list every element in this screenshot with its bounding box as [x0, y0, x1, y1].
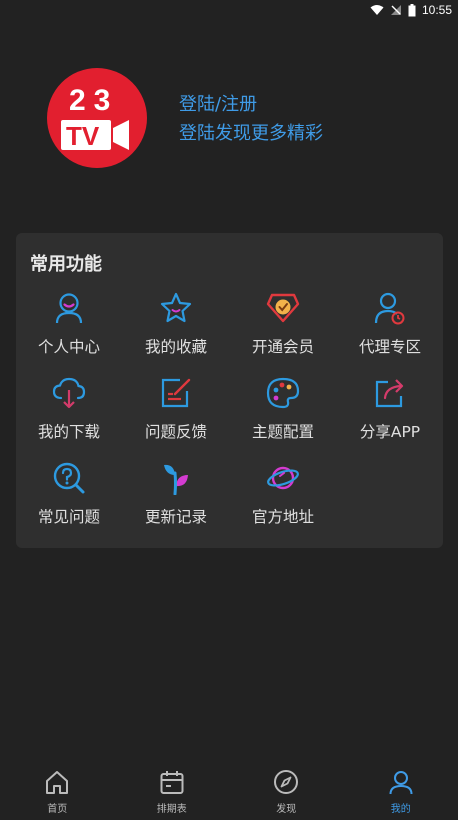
nav-discover[interactable]: 发现 — [229, 760, 344, 820]
nav-schedule[interactable]: 排期表 — [115, 760, 230, 820]
vip-badge-icon — [266, 291, 300, 325]
share-icon — [373, 376, 407, 410]
function-vip[interactable]: 开通会员 — [230, 291, 336, 361]
nav-label: 排期表 — [156, 804, 187, 815]
function-official-site[interactable]: 官方地址 — [230, 461, 336, 531]
nav-home[interactable]: 首页 — [0, 760, 115, 820]
clock: 10:55 — [421, 3, 452, 17]
status-bar: 10:55 — [0, 0, 458, 20]
battery-icon — [408, 3, 416, 16]
home-icon — [46, 771, 69, 794]
function-feedback[interactable]: 问题反馈 — [123, 376, 229, 446]
function-personal-center[interactable]: 个人中心 — [16, 291, 122, 361]
compass-icon — [274, 770, 299, 794]
logo-graphic: 23 TV — [61, 84, 129, 151]
sprout-icon — [159, 461, 193, 495]
function-label: 代理专区 — [358, 338, 421, 356]
user-icon — [389, 771, 413, 795]
login-subtitle: 登陆发现更多精彩 — [179, 123, 323, 144]
person-icon — [52, 291, 86, 325]
function-favorites[interactable]: 我的收藏 — [123, 291, 229, 361]
nav-mine[interactable]: 我的 — [344, 760, 458, 820]
bottom-nav: 首页 排期表 发现 我的 — [0, 760, 458, 820]
calendar-icon — [160, 771, 184, 794]
function-label: 开通会员 — [251, 338, 314, 356]
function-faq[interactable]: 常见问题 — [16, 461, 122, 531]
question-search-icon — [52, 461, 86, 495]
agent-icon — [373, 291, 407, 325]
wifi-icon — [370, 5, 384, 15]
function-label: 我的下载 — [37, 423, 100, 441]
function-label: 我的收藏 — [144, 338, 207, 356]
function-downloads[interactable]: 我的下载 — [16, 376, 122, 446]
function-agent[interactable]: 代理专区 — [337, 291, 443, 361]
planet-icon — [266, 461, 300, 495]
logo-text-top: 23 — [69, 84, 118, 117]
star-icon — [159, 291, 193, 325]
palette-icon — [266, 376, 300, 410]
login-register-link[interactable]: 登陆/注册 — [179, 93, 323, 117]
no-signal-icon — [390, 5, 401, 15]
cloud-download-icon — [52, 376, 86, 410]
login-block[interactable]: 登陆/注册 登陆发现更多精彩 — [179, 93, 323, 147]
nav-label: 首页 — [47, 804, 68, 815]
function-label: 个人中心 — [37, 338, 100, 356]
function-share[interactable]: 分享APP — [337, 376, 443, 446]
functions-title: 常用功能 — [30, 254, 102, 275]
functions-card: 常用功能 个人中心 我的收藏 开通会员 代理专区 我的下载 问题反馈 主题配置 … — [16, 233, 443, 548]
app-logo[interactable]: 23 TV — [47, 68, 147, 168]
logo-text-bottom: TV — [66, 121, 100, 151]
nav-label: 发现 — [276, 804, 297, 815]
function-label: 主题配置 — [251, 423, 314, 441]
nav-label: 我的 — [390, 804, 411, 815]
feedback-icon — [159, 376, 193, 410]
function-changelog[interactable]: 更新记录 — [123, 461, 229, 531]
function-label: 常见问题 — [37, 508, 100, 526]
function-label: 分享APP — [359, 423, 421, 441]
function-label: 官方地址 — [251, 508, 314, 526]
function-label: 问题反馈 — [144, 423, 207, 441]
function-theme[interactable]: 主题配置 — [230, 376, 336, 446]
function-label: 更新记录 — [144, 508, 207, 526]
